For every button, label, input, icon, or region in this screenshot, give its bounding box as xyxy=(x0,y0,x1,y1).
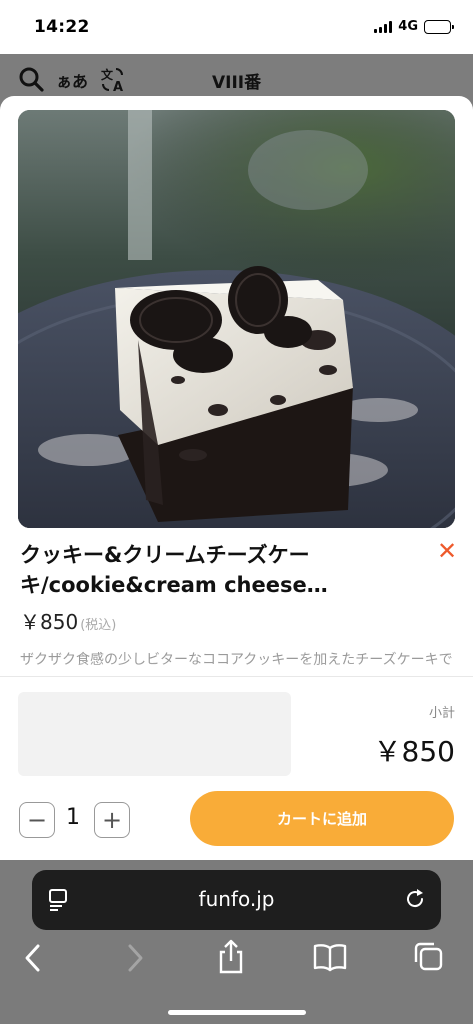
status-indicators: 4G xyxy=(374,19,454,34)
subtotal-value: ￥850 xyxy=(373,735,455,768)
tabs-icon[interactable] xyxy=(412,940,446,978)
share-icon[interactable] xyxy=(216,938,246,980)
quantity-minus-button[interactable]: − xyxy=(19,802,55,838)
bookmarks-icon[interactable] xyxy=(312,942,348,978)
status-bar: 14:22 4G xyxy=(0,0,473,54)
svg-text:A: A xyxy=(113,80,123,94)
price-row: ￥850 (税込) xyxy=(20,606,116,635)
translate-icon[interactable]: 文 A xyxy=(100,66,128,98)
status-time: 14:22 xyxy=(34,17,90,37)
back-icon[interactable] xyxy=(22,940,44,980)
subtotal-label: 小計 xyxy=(428,706,455,721)
close-icon[interactable]: ✕ xyxy=(436,537,458,565)
options-box[interactable] xyxy=(18,692,291,776)
network-type: 4G xyxy=(398,19,418,34)
battery-icon xyxy=(424,19,454,34)
add-to-cart-button[interactable]: カートに追加 xyxy=(190,791,454,846)
product-name: クッキー&クリームチーズケーキ/cookie&cream cheese… xyxy=(20,543,328,597)
site-header: ぁあ 文 A VIII番 xyxy=(0,54,473,100)
browser-toolbar: funfo.jp xyxy=(0,860,473,1024)
product-photo xyxy=(18,110,455,528)
tax-note: (税込) xyxy=(80,618,117,633)
divider xyxy=(0,676,473,677)
url-text: funfo.jp xyxy=(198,887,275,911)
search-icon[interactable] xyxy=(18,66,44,96)
site-title: VIII番 xyxy=(212,73,262,93)
address-bar[interactable]: funfo.jp xyxy=(32,870,441,930)
reload-icon[interactable] xyxy=(403,887,427,915)
hiragana-toggle-icon[interactable]: ぁあ xyxy=(56,68,88,92)
product-price: ￥850 xyxy=(20,610,79,634)
forward-icon[interactable] xyxy=(124,940,146,980)
home-indicator xyxy=(168,1010,306,1015)
signal-icon xyxy=(374,20,393,33)
quantity-value: 1 xyxy=(66,805,80,830)
product-modal: クッキー&クリームチーズケーキ/cookie&cream cheese… ✕ ￥… xyxy=(0,96,473,860)
quantity-plus-button[interactable]: + xyxy=(94,802,130,838)
